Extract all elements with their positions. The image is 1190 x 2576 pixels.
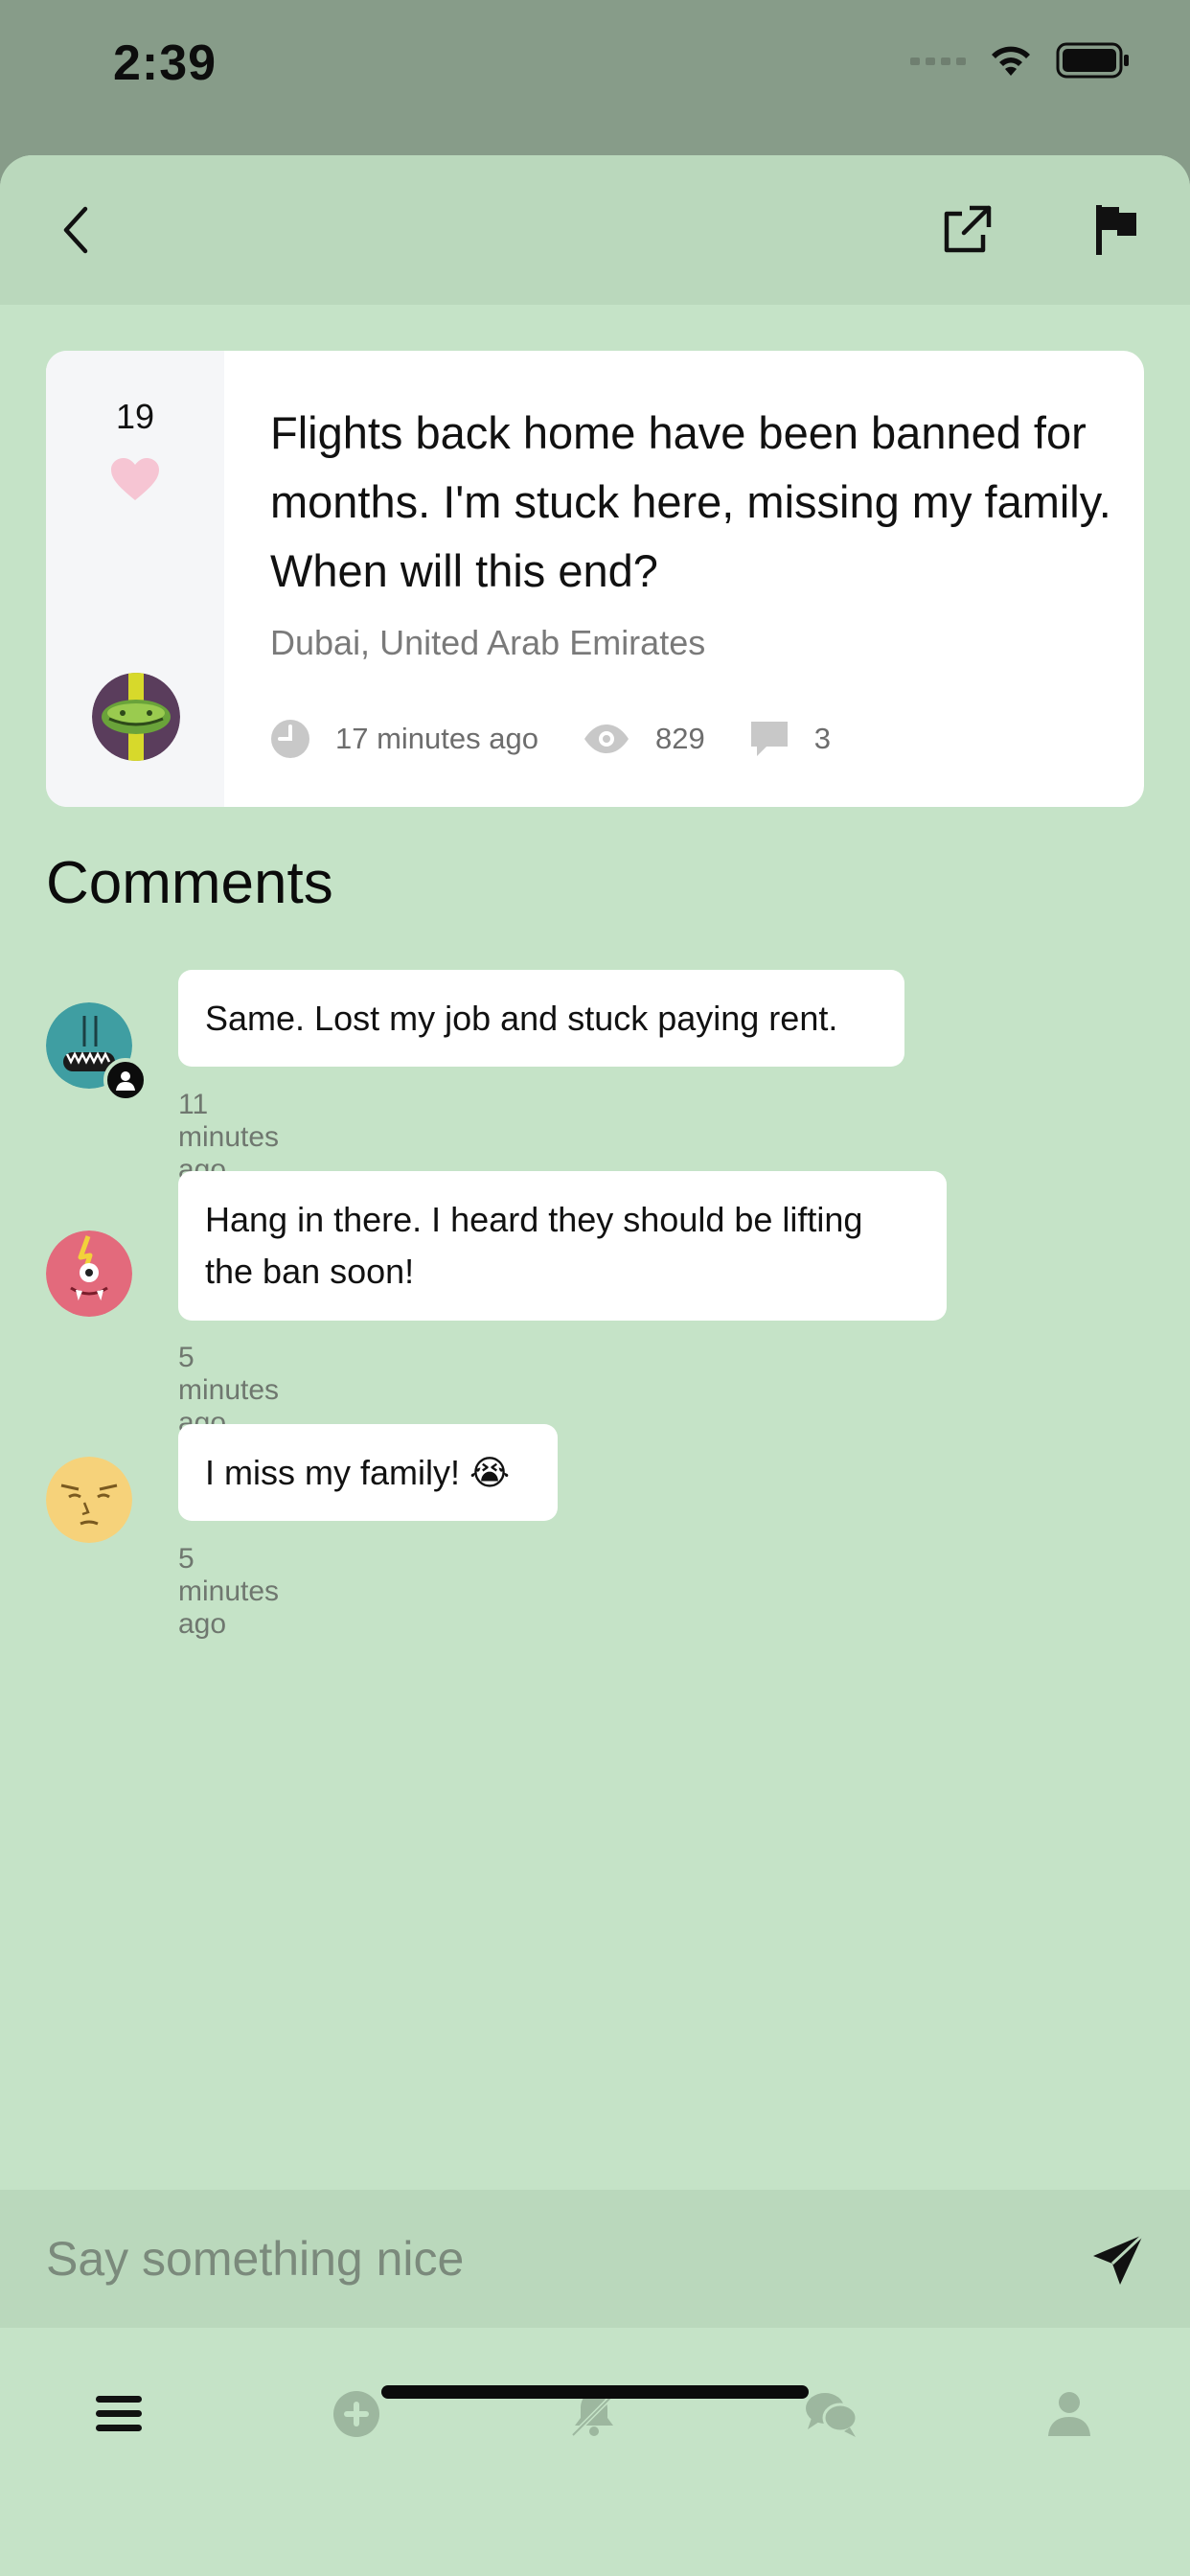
tab-chats[interactable] bbox=[784, 2366, 880, 2462]
person-icon bbox=[116, 1071, 135, 1091]
tab-feed[interactable] bbox=[71, 2366, 167, 2462]
commenter-avatar[interactable] bbox=[46, 1457, 132, 1543]
comments-heading: Comments bbox=[46, 850, 333, 916]
battery-icon bbox=[1056, 42, 1129, 79]
clock-icon bbox=[271, 720, 309, 758]
post-comments-text: 3 bbox=[813, 722, 831, 755]
comment-composer bbox=[0, 2190, 1190, 2328]
comment-bubble: Hang in there. I heard they should be li… bbox=[178, 1171, 947, 1321]
like-button[interactable] bbox=[109, 456, 161, 507]
tab-profile[interactable] bbox=[1021, 2366, 1117, 2462]
user-badge bbox=[103, 1058, 148, 1102]
status-bar: 2:39 bbox=[0, 0, 1190, 153]
signal-icon bbox=[910, 58, 966, 65]
home-indicator[interactable] bbox=[381, 2385, 809, 2399]
person-icon bbox=[1048, 2392, 1090, 2436]
menu-icon bbox=[96, 2396, 142, 2431]
like-count: 19 bbox=[115, 397, 155, 436]
wifi-icon bbox=[992, 46, 1030, 76]
comment-text: I miss my family! 😭 bbox=[205, 1453, 511, 1492]
back-button[interactable] bbox=[33, 187, 119, 273]
top-navigation-bar bbox=[0, 155, 1190, 305]
comment-text: Same. Lost my job and stuck paying rent. bbox=[205, 999, 838, 1038]
cyclops-avatar-icon bbox=[46, 1230, 132, 1317]
commenter-avatar[interactable] bbox=[46, 1230, 132, 1317]
comment-bubble: Same. Lost my job and stuck paying rent. bbox=[178, 970, 904, 1067]
add-circle-icon bbox=[333, 2391, 379, 2437]
chat-bubbles-icon bbox=[806, 2393, 858, 2437]
face-avatar-icon bbox=[46, 1457, 132, 1543]
post-time: 17 minutes ago bbox=[270, 719, 538, 759]
tab-bar bbox=[0, 2328, 1190, 2576]
post-meta: 17 minutes ago 829 3 bbox=[270, 719, 875, 759]
post-views-text: 829 bbox=[654, 722, 705, 755]
speech-bubble-icon bbox=[750, 722, 788, 756]
comment-text: Hang in there. I heard they should be li… bbox=[205, 1200, 863, 1291]
post-text: Flights back home have been banned for m… bbox=[270, 407, 1111, 596]
report-button[interactable] bbox=[1073, 187, 1159, 273]
author-avatar[interactable] bbox=[92, 673, 180, 761]
post-body: Flights back home have been banned for m… bbox=[270, 399, 1113, 663]
status-icons bbox=[910, 42, 1131, 79]
vote-column: 19 bbox=[46, 351, 224, 807]
share-button[interactable] bbox=[924, 187, 1010, 273]
comment-time: 5 minutes ago bbox=[178, 1543, 280, 1640]
tab-notifications[interactable] bbox=[546, 2366, 642, 2462]
status-time: 2:39 bbox=[113, 35, 217, 91]
heart-icon bbox=[111, 458, 159, 500]
comment-input[interactable] bbox=[46, 2219, 1042, 2299]
pickle-avatar-icon bbox=[92, 673, 180, 761]
post-time-text: 17 minutes ago bbox=[335, 722, 538, 755]
post-card: 19 Flights back home have been banned fo… bbox=[46, 351, 1144, 807]
paper-plane-icon bbox=[1093, 2233, 1145, 2285]
flag-icon bbox=[1096, 205, 1136, 255]
post-location: Dubai, United Arab Emirates bbox=[270, 623, 706, 662]
external-link-icon bbox=[944, 205, 992, 253]
tab-new-post[interactable] bbox=[309, 2366, 404, 2462]
send-button[interactable] bbox=[1087, 2228, 1150, 2291]
eye-icon bbox=[584, 724, 629, 753]
chevron-left-icon bbox=[63, 206, 88, 254]
post-detail-sheet: 19 Flights back home have been banned fo… bbox=[0, 155, 1190, 2576]
post-comments: 3 bbox=[749, 720, 831, 758]
comment-bubble: I miss my family! 😭 bbox=[178, 1424, 558, 1521]
post-views: 829 bbox=[583, 722, 705, 756]
